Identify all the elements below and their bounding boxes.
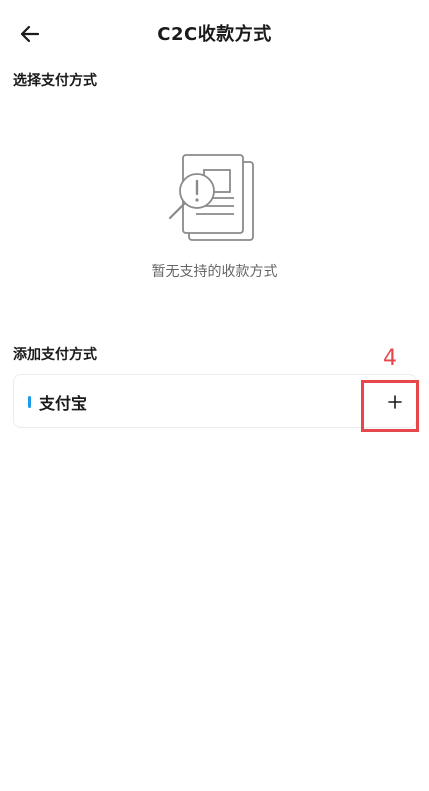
payment-accent-bar	[28, 396, 31, 408]
document-search-alert-icon	[168, 154, 254, 241]
payment-method-name: 支付宝	[39, 394, 88, 413]
annotation-highlight-box	[361, 380, 419, 432]
annotation-number: 4	[383, 346, 397, 371]
empty-state-illustration	[160, 148, 270, 248]
add-payment-heading: 添加支付方式	[13, 347, 97, 363]
top-bar: C2C收款方式	[0, 0, 429, 68]
empty-state-text: 暂无支持的收款方式	[151, 264, 278, 280]
select-payment-heading: 选择支付方式	[13, 73, 97, 89]
payment-method-alipay[interactable]: 支付宝	[13, 374, 417, 428]
page-title: C2C收款方式	[157, 24, 272, 45]
